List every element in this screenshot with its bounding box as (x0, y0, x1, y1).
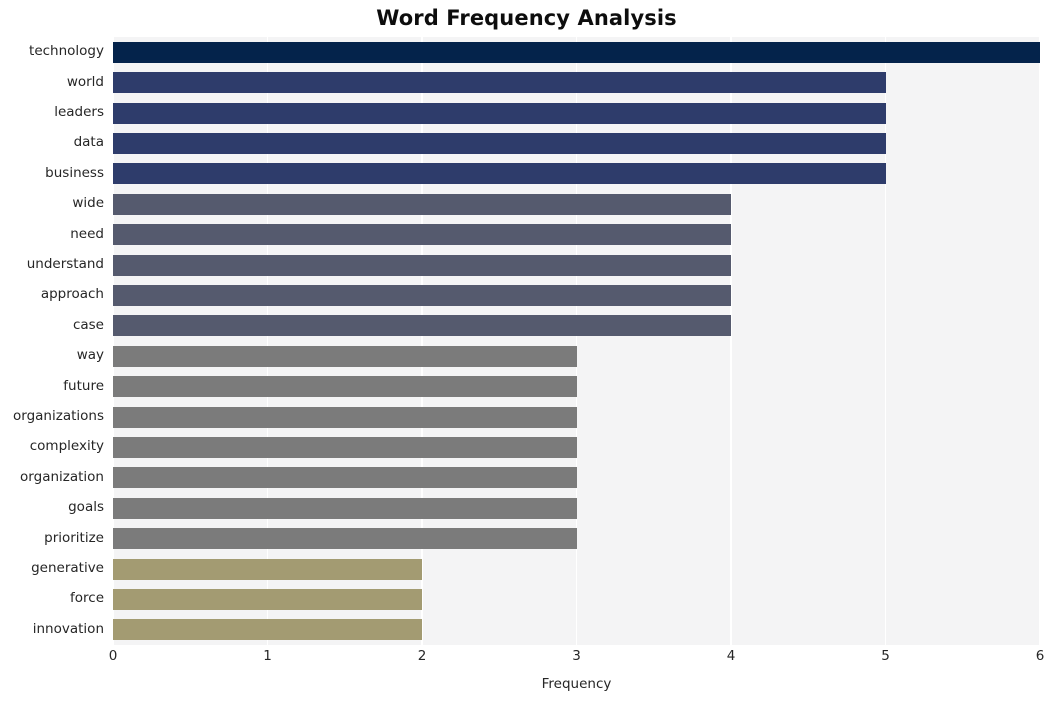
y-tick-label-complexity: complexity (29, 438, 104, 455)
bar-complexity[interactable] (113, 436, 577, 458)
y-tick-label-goals: goals (68, 499, 104, 516)
bars-container (113, 37, 1040, 645)
y-tick-label-generative: generative (31, 560, 104, 576)
y-tick-label-case: case (72, 316, 104, 333)
bar-prioritize[interactable] (113, 528, 577, 550)
y-axis-tick-labels: technology world leaders data business wide ne… (0, 37, 113, 645)
bar-generative[interactable] (113, 558, 422, 580)
y-tick-label-world: world (66, 73, 104, 90)
bar-business[interactable] (113, 163, 886, 185)
bar-row (113, 315, 1040, 337)
x-tick-label-2: 2 (417, 648, 427, 664)
y-tick-label-force: force (70, 590, 104, 607)
bar-organization[interactable] (113, 467, 577, 489)
x-tick-label-6: 6 (1035, 648, 1045, 664)
bar-leaders[interactable] (113, 102, 886, 124)
y-tick-label-business: business (45, 164, 104, 181)
bar-goals[interactable] (113, 497, 577, 519)
bar-row (113, 558, 1040, 580)
x-tick-label-3: 3 (572, 648, 581, 664)
word-frequency-chart-figure: Word Frequency Analysis technology world l… (0, 0, 1053, 701)
x-tick-label-4: 4 (726, 648, 736, 664)
y-tick-label-approach: approach (40, 286, 104, 303)
bar-world[interactable] (113, 72, 886, 94)
bar-row (113, 132, 1040, 154)
bar-row (113, 406, 1040, 428)
bar-technology[interactable] (113, 41, 1040, 63)
y-tick-label-technology: technology (29, 43, 104, 60)
y-tick-label-need: need (70, 225, 104, 242)
bar-row (113, 497, 1040, 519)
bar-row (113, 163, 1040, 185)
bar-force[interactable] (113, 588, 422, 610)
bar-row (113, 345, 1040, 367)
bar-row (113, 436, 1040, 458)
y-tick-label-organizations: organizations (13, 408, 104, 424)
bar-row (113, 467, 1040, 489)
y-tick-label-innovation: innovation (32, 620, 104, 637)
x-tick-label-0: 0 (108, 648, 118, 664)
bar-wide[interactable] (113, 193, 731, 215)
y-tick-label-wide: wide (72, 195, 104, 212)
bar-need[interactable] (113, 224, 731, 246)
bar-case[interactable] (113, 315, 731, 337)
bar-row (113, 528, 1040, 550)
bar-approach[interactable] (113, 284, 731, 306)
y-tick-label-future: future (63, 377, 104, 394)
x-axis-title: Frequency (541, 676, 612, 692)
y-tick-label-understand: understand (26, 256, 104, 272)
bar-way[interactable] (113, 345, 577, 367)
x-axis-tick-labels: 0 1 2 3 4 5 6 (0, 648, 1053, 674)
bar-row (113, 224, 1040, 246)
bar-row (113, 254, 1040, 276)
bar-data[interactable] (113, 132, 886, 154)
bar-row (113, 284, 1040, 306)
bar-row (113, 376, 1040, 398)
bar-understand[interactable] (113, 254, 731, 276)
x-tick-label-1: 1 (263, 648, 272, 664)
bar-innovation[interactable] (113, 619, 422, 641)
plot-area (112, 37, 1041, 645)
bar-organizations[interactable] (113, 406, 577, 428)
x-tick-label-5: 5 (881, 648, 890, 664)
bar-row (113, 72, 1040, 94)
bar-row (113, 619, 1040, 641)
bar-row (113, 102, 1040, 124)
y-tick-label-prioritize: prioritize (44, 529, 104, 546)
y-tick-label-way: way (76, 347, 104, 364)
y-tick-label-leaders: leaders (54, 104, 104, 120)
bar-row (113, 41, 1040, 63)
chart-title: Word Frequency Analysis (376, 6, 677, 30)
bar-row (113, 588, 1040, 610)
bar-future[interactable] (113, 376, 577, 398)
bar-row (113, 193, 1040, 215)
y-tick-label-data: data (73, 134, 104, 151)
y-tick-label-organization: organization (20, 468, 104, 485)
